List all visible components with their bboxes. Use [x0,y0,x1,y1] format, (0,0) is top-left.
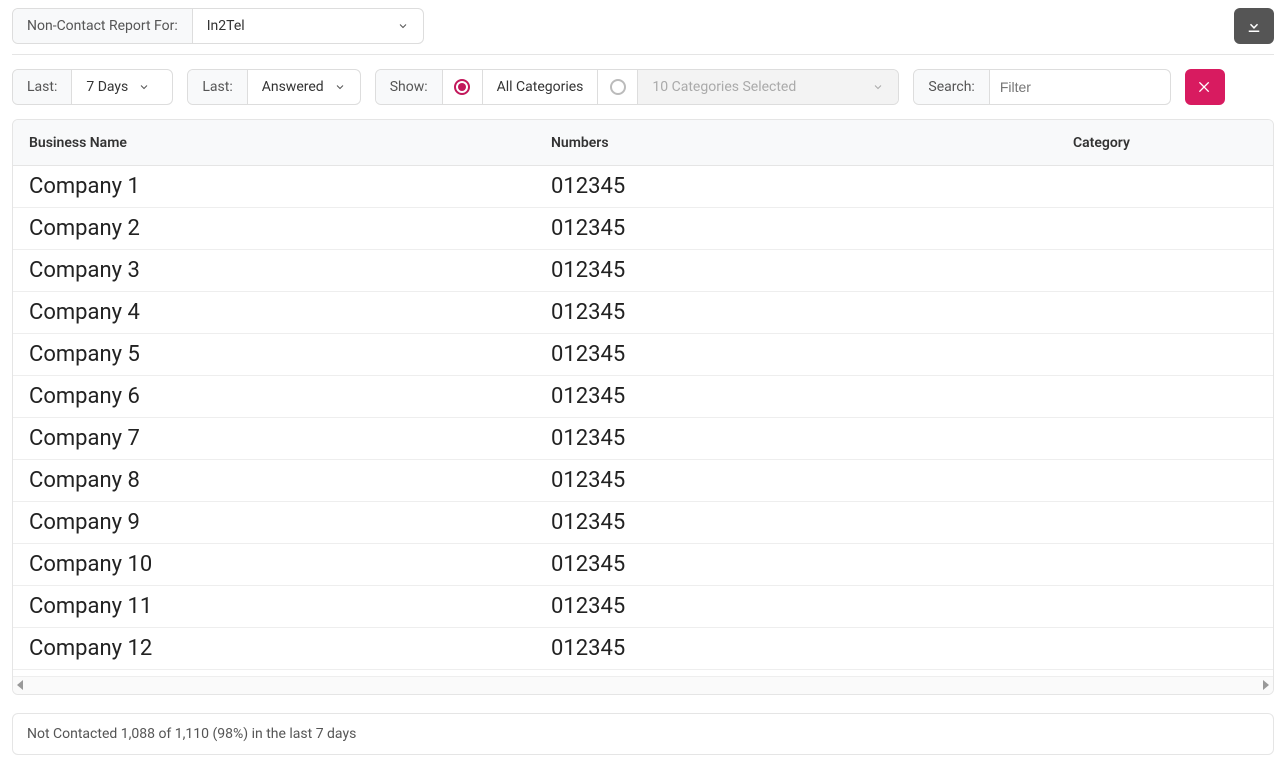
clear-icon [1197,79,1213,95]
cell-numbers: 012345 [535,510,1057,535]
col-category-label: Category [1073,135,1130,151]
cell-business: Company 12 [13,636,535,661]
cell-numbers: 012345 [535,384,1057,409]
show-selected-text: 10 Categories Selected [652,79,796,95]
col-business[interactable]: Business Name [13,135,535,151]
show-categories-group: Show: All Categories 10 Categories Selec… [375,69,900,105]
search-group: Search: [913,69,1170,105]
last-status-value[interactable]: Answered [248,70,360,104]
last-period-value[interactable]: 7 Days [72,70,172,104]
search-label: Search: [914,70,989,104]
radio-selected-icon [454,79,470,95]
cell-business: Company 4 [13,300,535,325]
download-button[interactable] [1234,8,1274,44]
report-for-select[interactable]: Non-Contact Report For: In2Tel [12,8,424,44]
clear-filter-button[interactable] [1185,69,1225,105]
cell-business: Company 1 [13,174,535,199]
table-row[interactable]: Company 7012345 [13,418,1273,460]
report-for-value[interactable]: In2Tel [193,9,423,43]
cell-numbers: 012345 [535,300,1057,325]
cell-business: Company 9 [13,510,535,535]
search-input[interactable] [990,70,1170,104]
table-header: Business Name Numbers Category [13,120,1273,166]
show-selected-radio[interactable] [598,70,638,104]
table-body[interactable]: Company 1012345Company 2012345Company 30… [13,166,1273,676]
show-label: Show: [376,70,443,104]
col-business-label: Business Name [29,135,127,151]
cell-numbers: 012345 [535,636,1057,661]
table-row[interactable]: Company 11012345 [13,586,1273,628]
show-all-option[interactable]: All Categories [483,70,599,104]
show-all-radio[interactable] [443,70,483,104]
col-numbers-label: Numbers [551,135,609,151]
cell-numbers: 012345 [535,342,1057,367]
table-row[interactable]: Company 3012345 [13,250,1273,292]
cell-numbers: 012345 [535,426,1057,451]
last-period-select[interactable]: Last: 7 Days [12,69,173,105]
table-row[interactable]: Company 2012345 [13,208,1273,250]
show-all-text: All Categories [497,79,584,95]
last-period-label: Last: [13,70,72,104]
radio-unselected-icon [610,79,626,95]
cell-business: Company 5 [13,342,535,367]
last-status-label: Last: [188,70,247,104]
chevron-down-icon [138,81,150,93]
chevron-down-icon [397,20,409,32]
col-numbers[interactable]: Numbers [535,135,1057,151]
report-for-text: In2Tel [207,18,245,34]
cell-business: Company 10 [13,552,535,577]
cell-numbers: 012345 [535,174,1057,199]
report-for-label: Non-Contact Report For: [13,9,193,43]
cell-numbers: 012345 [535,468,1057,493]
cell-business: Company 6 [13,384,535,409]
horizontal-scrollbar[interactable] [13,676,1273,694]
cell-business: Company 8 [13,468,535,493]
cell-numbers: 012345 [535,216,1057,241]
cell-numbers: 012345 [535,552,1057,577]
last-status-text: Answered [262,79,324,95]
cell-business: Company 2 [13,216,535,241]
table-row[interactable]: Company 10012345 [13,544,1273,586]
chevron-down-icon [872,81,884,93]
table-row[interactable]: Company 9012345 [13,502,1273,544]
last-period-text: 7 Days [86,79,128,95]
table-row[interactable]: Company 5012345 [13,334,1273,376]
last-status-select[interactable]: Last: Answered [187,69,360,105]
cell-business: Company 11 [13,594,535,619]
col-category[interactable]: Category [1057,135,1273,151]
table-row[interactable]: Company 6012345 [13,376,1273,418]
top-bar: Non-Contact Report For: In2Tel [12,8,1274,55]
table-row[interactable]: Company 1012345 [13,166,1273,208]
cell-numbers: 012345 [535,258,1057,283]
results-table: Business Name Numbers Category Company 1… [12,119,1274,695]
table-row[interactable]: Company 8012345 [13,460,1273,502]
cell-numbers: 012345 [535,594,1057,619]
table-row[interactable]: Company 12012345 [13,628,1273,670]
cell-business: Company 7 [13,426,535,451]
show-selected-option[interactable]: 10 Categories Selected [638,70,898,104]
filter-bar: Last: 7 Days Last: Answered Show: All Ca… [12,69,1274,105]
table-row[interactable]: Company 4012345 [13,292,1273,334]
summary-bar: Not Contacted 1,088 of 1,110 (98%) in th… [12,713,1274,755]
chevron-down-icon [334,81,346,93]
download-icon [1245,17,1263,35]
cell-business: Company 3 [13,258,535,283]
